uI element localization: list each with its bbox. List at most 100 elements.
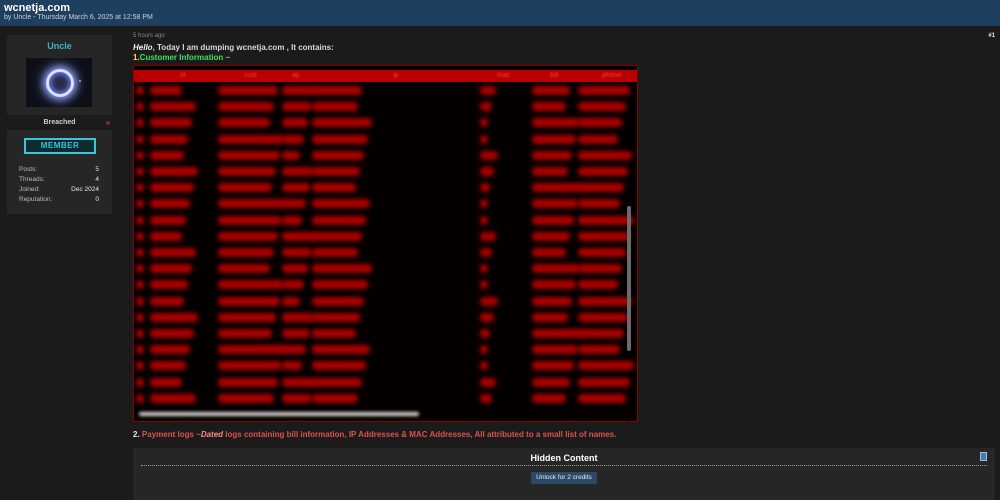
stat-label: Joined:: [19, 186, 40, 193]
redacted-cell: [480, 118, 488, 128]
redacted-cell: [282, 215, 302, 225]
redacted-cell: [218, 377, 278, 387]
redacted-cell: [480, 296, 498, 306]
redacted-cell: [282, 248, 312, 257]
dump-vertical-scrollbar[interactable]: [627, 206, 631, 351]
redacted-row-number: [136, 312, 144, 322]
redacted-cell: [282, 361, 302, 371]
redacted-cell: [532, 345, 578, 355]
username[interactable]: Uncle: [7, 41, 112, 51]
redacted-cell: [218, 345, 286, 355]
redacted-cell: [532, 312, 568, 322]
hidden-content-box: Hidden Content Unlock for 2 credits: [133, 448, 995, 500]
redacted-cell: [282, 183, 310, 193]
redacted-cell: [480, 167, 494, 176]
redacted-cell: [578, 86, 630, 95]
post-intro: Hello, Today I am dumping wcnetja.com , …: [133, 43, 334, 52]
unlock-button[interactable]: Unlock for 2 credits: [531, 472, 597, 484]
redacted-cell: [480, 264, 488, 274]
redacted-cell: [218, 199, 286, 209]
dump-column-header: cust: [244, 72, 257, 79]
redacted-cell: [312, 248, 358, 257]
redacted-cell: [578, 329, 624, 338]
redacted-cell: [578, 199, 620, 209]
redacted-row-number: [136, 296, 144, 306]
redacted-cell: [150, 150, 184, 160]
redacted-cell: [480, 231, 496, 241]
redacted-cell: [282, 312, 314, 322]
redacted-row-number: [136, 345, 144, 355]
redacted-cell: [282, 231, 316, 241]
redacted-cell: [218, 393, 274, 403]
redacted-cell: [218, 264, 270, 274]
item2-description: logs containing bill information, IP Add…: [223, 430, 617, 439]
dump-horizontal-scrollbar[interactable]: [139, 412, 419, 416]
item1-label: Customer Information ~: [139, 53, 231, 62]
dump-header-row: id cust ap ip mac bill phone: [134, 70, 637, 82]
redacted-cell: [282, 280, 304, 290]
redacted-cell: [532, 134, 576, 144]
redacted-cell: [578, 102, 626, 112]
redacted-cell: [282, 118, 308, 128]
redacted-cell: [282, 150, 300, 160]
avatar[interactable]: [26, 58, 92, 107]
redacted-cell: [312, 118, 372, 128]
item2-dated: Dated: [200, 430, 224, 439]
redacted-cell: [282, 264, 308, 274]
redacted-cell: [480, 377, 496, 387]
redacted-row-number: [136, 86, 144, 95]
thread-header: wcnetja.com by Uncle - Thursday March 6,…: [0, 0, 1000, 26]
stat-label: Posts:: [19, 166, 38, 173]
redacted-row-number: [136, 393, 144, 403]
redacted-cell: [578, 150, 632, 160]
redacted-row-number: [136, 167, 144, 176]
redacted-cell: [532, 199, 578, 209]
redacted-cell: [282, 86, 316, 95]
stat-value: 4: [95, 176, 99, 183]
redacted-cell: [218, 86, 278, 95]
redacted-cell: [312, 361, 366, 371]
redacted-cell: [282, 296, 300, 306]
user-group: Breached: [43, 119, 76, 126]
redacted-cell: [218, 134, 284, 144]
redacted-cell: [578, 345, 620, 355]
redacted-cell: [312, 183, 356, 193]
redacted-cell: [218, 280, 284, 290]
stat-value: 5: [95, 166, 99, 173]
author-sidebar: Uncle Breached MEMBER Posts: 5 Threads: …: [7, 35, 112, 214]
thread-title[interactable]: wcnetja.com: [4, 2, 70, 14]
hidden-content-divider: [141, 465, 987, 466]
intro-text: , Today I am dumping wcnetja.com , It co…: [152, 43, 334, 52]
user-stats-card: MEMBER Posts: 5 Threads: 4 Joined: Dec 2…: [7, 130, 112, 214]
dump-column-header: ap: [292, 72, 300, 79]
item1-prefix: 1.: [133, 53, 140, 62]
redacted-cell: [150, 102, 196, 112]
redacted-cell: [312, 377, 362, 387]
redacted-cell: [480, 86, 496, 95]
intro-hello: Hello: [133, 43, 153, 52]
redacted-cell: [532, 183, 582, 193]
redacted-cell: [282, 134, 304, 144]
redacted-cell: [578, 377, 630, 387]
redacted-cell: [282, 345, 306, 355]
redacted-cell: [578, 280, 618, 290]
stat-value: Dec 2024: [71, 186, 99, 193]
redacted-cell: [312, 199, 370, 209]
redacted-cell: [150, 231, 182, 241]
redacted-cell: [150, 118, 192, 128]
redacted-cell: [480, 393, 492, 403]
redacted-cell: [150, 329, 194, 338]
redacted-cell: [312, 134, 368, 144]
redacted-cell: [218, 102, 274, 112]
redacted-cell: [150, 134, 188, 144]
redacted-cell: [578, 296, 632, 306]
redacted-cell: [578, 393, 626, 403]
redacted-cell: [578, 312, 628, 322]
redacted-row-number: [136, 183, 144, 193]
post-number-link[interactable]: #1: [988, 33, 995, 39]
redacted-cell: [532, 215, 574, 225]
redacted-row-number: [136, 199, 144, 209]
redacted-cell: [532, 167, 568, 176]
redacted-cell: [532, 118, 580, 128]
redacted-cell: [218, 167, 276, 176]
